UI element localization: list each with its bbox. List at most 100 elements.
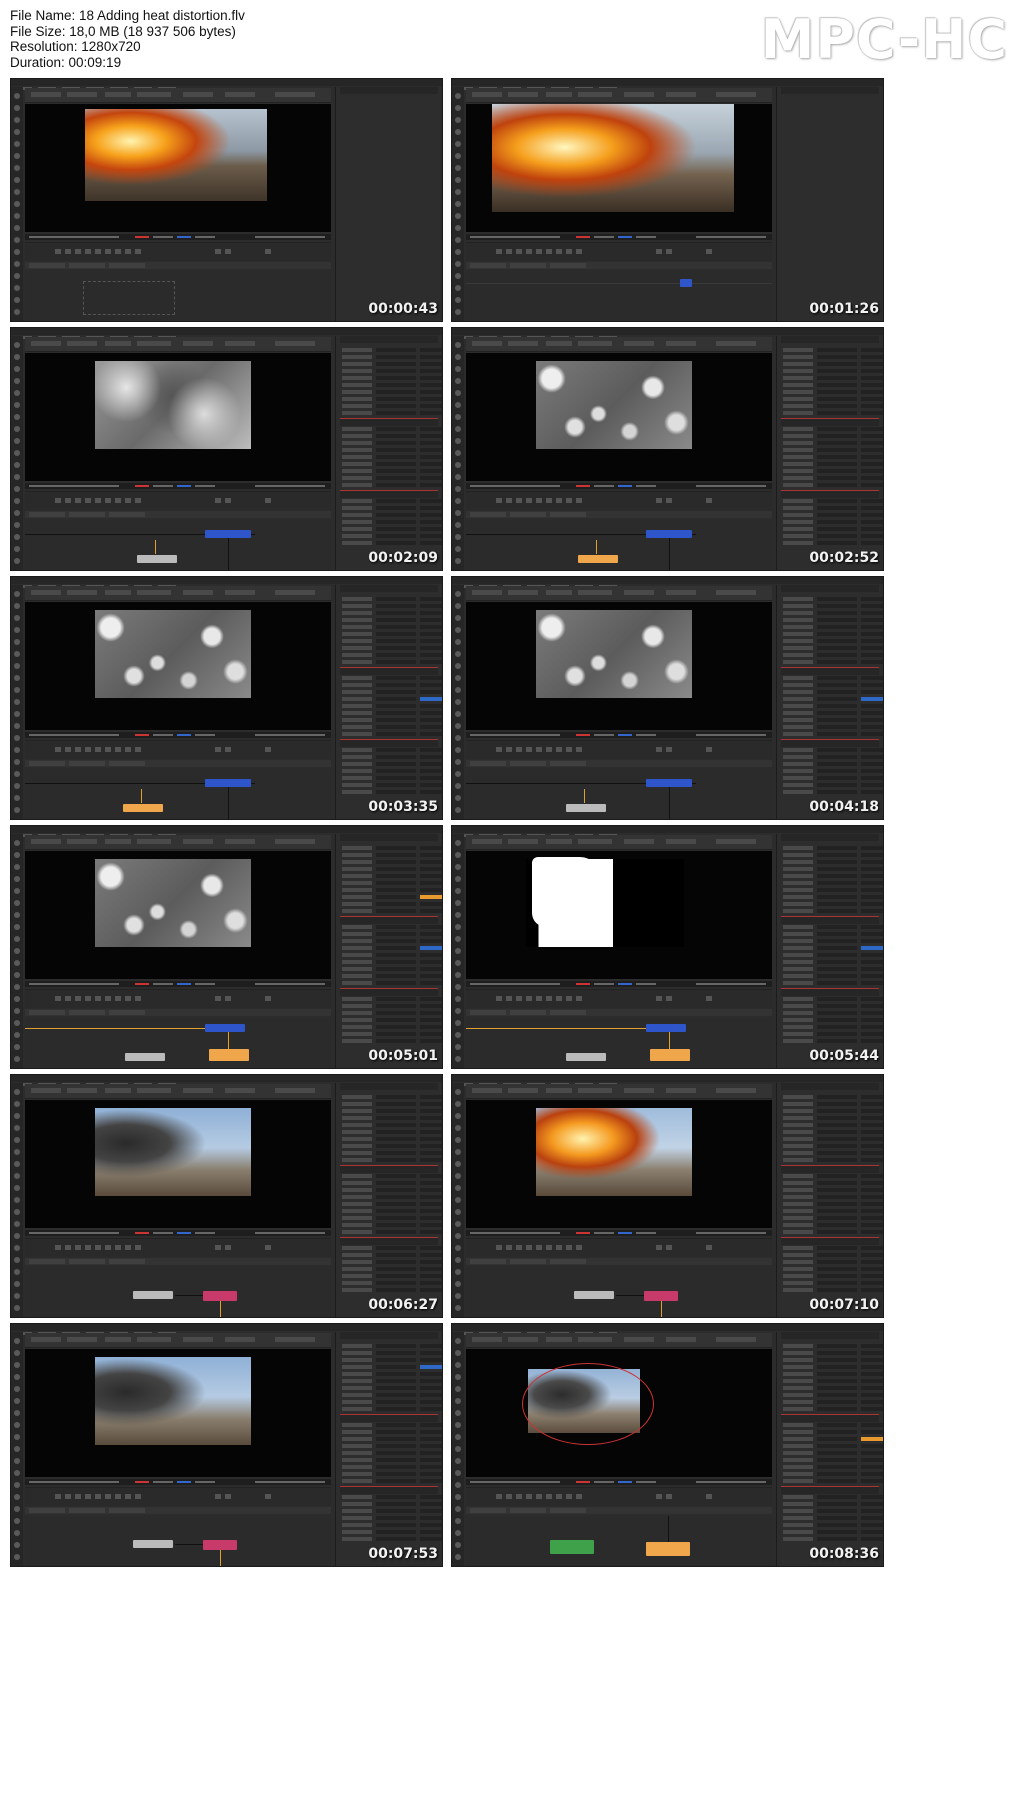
node-graph[interactable]	[466, 271, 772, 321]
property-row[interactable]	[783, 348, 883, 352]
property-row[interactable]	[783, 1116, 883, 1120]
node-merge[interactable]	[644, 1317, 678, 1318]
property-row[interactable]	[342, 506, 442, 510]
property-row[interactable]	[342, 1095, 442, 1099]
property-row[interactable]	[783, 783, 883, 787]
property-row[interactable]	[342, 711, 442, 715]
property-row[interactable]	[342, 441, 442, 445]
property-row[interactable]	[783, 1479, 883, 1483]
property-row[interactable]	[342, 1407, 442, 1411]
property-row[interactable]	[783, 1523, 883, 1527]
property-row[interactable]	[783, 1281, 883, 1285]
property-row[interactable]	[783, 1465, 883, 1469]
property-row[interactable]	[783, 448, 883, 452]
panel-tabs[interactable]	[25, 1258, 331, 1265]
property-row[interactable]	[783, 513, 883, 517]
property-row[interactable]	[783, 1495, 883, 1499]
property-row[interactable]	[342, 1281, 442, 1285]
property-row[interactable]	[342, 1102, 442, 1106]
property-row[interactable]	[783, 597, 883, 601]
property-row[interactable]	[783, 1018, 883, 1022]
property-row[interactable]	[342, 597, 442, 601]
property-row[interactable]	[342, 846, 442, 850]
property-row[interactable]	[783, 1451, 883, 1455]
property-row[interactable]	[342, 390, 442, 394]
property-row[interactable]	[342, 748, 442, 752]
property-row[interactable]	[783, 411, 883, 415]
property-row[interactable]	[342, 690, 442, 694]
property-row[interactable]	[342, 604, 442, 608]
property-row[interactable]	[342, 783, 442, 787]
property-row[interactable]	[783, 874, 883, 878]
property-row[interactable]	[342, 762, 442, 766]
property-row[interactable]	[342, 639, 442, 643]
node-blue[interactable]	[646, 779, 692, 787]
timeline[interactable]	[25, 989, 331, 1008]
property-row[interactable]	[342, 1267, 442, 1271]
property-row[interactable]	[783, 527, 883, 531]
property-row[interactable]	[783, 369, 883, 373]
panel-tabs[interactable]	[466, 262, 772, 269]
property-row[interactable]	[783, 1372, 883, 1376]
property-row[interactable]	[783, 895, 883, 899]
property-row[interactable]	[783, 846, 883, 850]
property-row[interactable]	[783, 1230, 883, 1234]
node-noise[interactable]	[133, 1291, 173, 1299]
property-row[interactable]	[342, 404, 442, 408]
property-row[interactable]	[342, 1530, 442, 1534]
node-graph[interactable]	[466, 769, 772, 819]
property-row[interactable]	[342, 732, 442, 736]
node-graph[interactable]	[25, 1018, 331, 1068]
property-row[interactable]	[783, 1158, 883, 1162]
property-row[interactable]	[342, 646, 442, 650]
property-row[interactable]	[342, 1018, 442, 1022]
property-row[interactable]	[342, 881, 442, 885]
panel-tabs[interactable]	[25, 760, 331, 767]
property-row[interactable]	[783, 974, 883, 978]
timeline[interactable]	[25, 242, 331, 261]
node-noise[interactable]	[133, 1540, 173, 1548]
property-row[interactable]	[783, 1260, 883, 1264]
property-row[interactable]	[783, 1181, 883, 1185]
property-row[interactable]	[783, 697, 883, 701]
panel-tabs[interactable]	[466, 1258, 772, 1265]
property-row[interactable]	[783, 1458, 883, 1462]
property-row[interactable]	[783, 1137, 883, 1141]
property-row[interactable]	[342, 888, 442, 892]
property-row[interactable]	[342, 1137, 442, 1141]
property-row[interactable]	[342, 1516, 442, 1520]
property-row[interactable]	[783, 1130, 883, 1134]
property-row[interactable]	[783, 462, 883, 466]
property-row[interactable]	[783, 534, 883, 538]
property-row[interactable]	[342, 1011, 442, 1015]
property-row[interactable]	[783, 925, 883, 929]
property-row[interactable]	[342, 1025, 442, 1029]
property-row[interactable]	[342, 1465, 442, 1469]
property-row[interactable]	[783, 1195, 883, 1199]
property-row[interactable]	[342, 1223, 442, 1227]
property-row[interactable]	[342, 625, 442, 629]
property-row[interactable]	[783, 520, 883, 524]
property-row[interactable]	[783, 946, 883, 950]
node-graph[interactable]	[25, 1516, 331, 1566]
property-row[interactable]	[783, 1365, 883, 1369]
timeline[interactable]	[25, 740, 331, 759]
property-row[interactable]	[342, 527, 442, 531]
property-row[interactable]	[783, 939, 883, 943]
property-row[interactable]	[783, 960, 883, 964]
property-row[interactable]	[783, 1102, 883, 1106]
node-copy[interactable]	[650, 1049, 690, 1061]
node-graph[interactable]	[25, 520, 331, 570]
node-graph[interactable]	[25, 271, 331, 321]
property-row[interactable]	[342, 411, 442, 415]
property-row[interactable]	[783, 397, 883, 401]
property-row[interactable]	[342, 1195, 442, 1199]
property-row[interactable]	[342, 725, 442, 729]
node-merge[interactable]	[203, 1317, 237, 1318]
property-row[interactable]	[342, 939, 442, 943]
property-row[interactable]	[783, 625, 883, 629]
property-row[interactable]	[783, 1386, 883, 1390]
property-row[interactable]	[342, 383, 442, 387]
panel-tabs[interactable]	[25, 1507, 331, 1514]
property-row[interactable]	[342, 513, 442, 517]
